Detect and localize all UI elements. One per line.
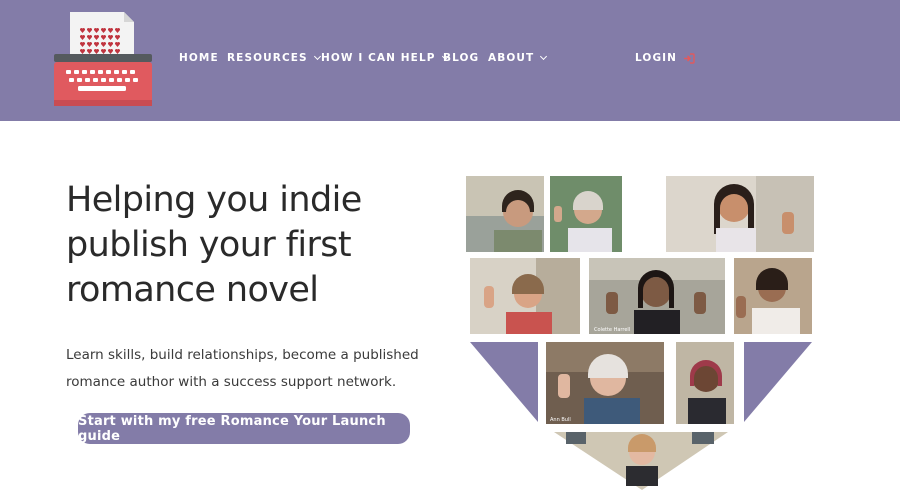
chevron-down-icon	[313, 52, 321, 61]
login-link[interactable]: LOGIN	[635, 52, 695, 64]
video-tile: Colette Harrell	[589, 258, 725, 334]
nav-about-label: ABOUT	[488, 52, 535, 64]
video-tile	[466, 176, 544, 252]
hero-subtitle: Learn skills, build relationships, becom…	[66, 342, 426, 396]
heart-photo-collage: Colette Harrell Ann Bull	[466, 176, 814, 490]
login-label: LOGIN	[635, 52, 678, 64]
participant-name-tag: Colette Harrell	[594, 327, 630, 333]
video-tile	[666, 176, 814, 252]
typewriter-heart-logo[interactable]	[52, 10, 154, 108]
nav-blog-label: BLOG	[443, 52, 480, 64]
hero-subtitle-line: Learn skills, build relationships, becom…	[66, 347, 419, 363]
heart-accent-right	[744, 342, 812, 422]
nav-about[interactable]: ABOUT	[488, 52, 548, 64]
login-arrow-icon	[684, 52, 695, 64]
video-tile: Ann Bull	[546, 342, 664, 424]
video-tile	[550, 176, 622, 252]
video-tile	[470, 258, 580, 334]
cta-button-label: Start with my free Romance Your Launch g…	[78, 413, 386, 444]
nav-resources[interactable]: RESOURCES	[227, 52, 321, 64]
site-header: HOME RESOURCES HOW I CAN HELP BLOG ABOUT…	[0, 0, 900, 121]
participant-name-tag: Ann Bull	[550, 417, 571, 423]
video-tile	[734, 258, 812, 334]
nav-home[interactable]: HOME	[179, 52, 219, 64]
hero-subtitle-line: romance author with a success support ne…	[66, 374, 397, 390]
hero-title-line: publish your first	[66, 225, 352, 265]
nav-home-label: HOME	[179, 52, 219, 64]
cta-button[interactable]: Start with my free Romance Your Launch g…	[78, 413, 410, 444]
hero-title-line: romance novel	[66, 270, 319, 310]
hero-title: Helping you indie publish your first rom…	[66, 178, 446, 313]
hero-title-line: Helping you indie	[66, 180, 362, 220]
video-tile	[554, 432, 728, 490]
heart-accent-left	[470, 342, 538, 422]
video-tile	[676, 342, 734, 424]
nav-resources-label: RESOURCES	[227, 52, 308, 64]
nav-blog[interactable]: BLOG	[443, 52, 479, 64]
nav-how-i-can-help-label: HOW I CAN HELP	[321, 52, 436, 64]
chevron-down-icon	[540, 52, 548, 61]
nav-how-i-can-help[interactable]: HOW I CAN HELP	[321, 52, 449, 64]
